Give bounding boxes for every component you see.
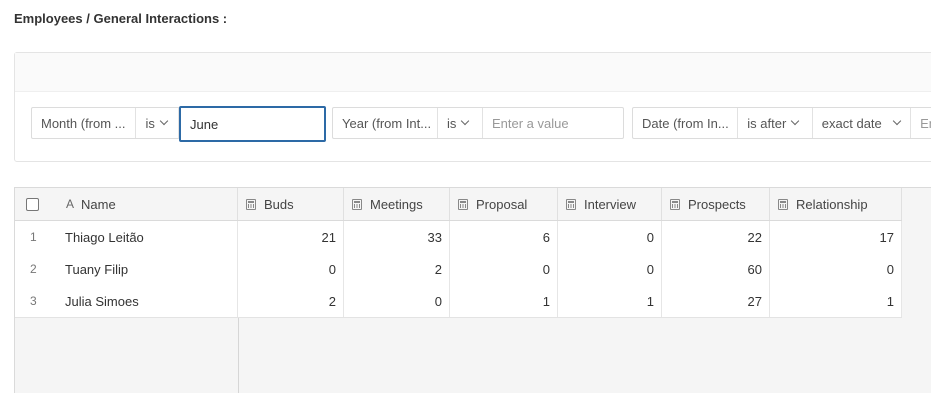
calculator-icon bbox=[246, 198, 256, 210]
chevron-down-icon bbox=[161, 118, 168, 125]
cell-meetings[interactable]: 0 bbox=[344, 285, 450, 317]
filter-date-value-input[interactable]: En bbox=[911, 108, 931, 138]
filter-year-operator[interactable]: is bbox=[438, 108, 483, 138]
header-relationship-label: Relationship bbox=[796, 196, 868, 212]
filter-panel-header bbox=[15, 53, 931, 92]
cell-relationship[interactable]: 1 bbox=[770, 285, 902, 317]
filter-year-placeholder: Enter a value bbox=[492, 115, 569, 131]
cell-interview[interactable]: 0 bbox=[558, 221, 662, 253]
header-meetings[interactable]: Meetings bbox=[344, 188, 450, 220]
filter-date-field-label: Date (from In... bbox=[642, 115, 729, 131]
cell-buds[interactable]: 0 bbox=[238, 253, 344, 285]
table-row[interactable]: 1 Thiago Leitão 21 33 6 0 22 17 bbox=[15, 221, 902, 254]
data-grid: A Name Buds Meetings Proposal Interview … bbox=[14, 187, 931, 393]
filter-year: Year (from Int... is Enter a value bbox=[332, 107, 624, 139]
filter-date-operator[interactable]: is after bbox=[738, 108, 813, 138]
header-name-label: Name bbox=[81, 196, 116, 212]
header-prospects[interactable]: Prospects bbox=[662, 188, 770, 220]
page-title: Employees / General Interactions : bbox=[14, 11, 228, 26]
calculator-icon bbox=[352, 198, 362, 210]
grid-header-row: A Name Buds Meetings Proposal Interview … bbox=[15, 188, 902, 221]
header-meetings-label: Meetings bbox=[370, 196, 423, 212]
chevron-down-icon bbox=[894, 118, 901, 125]
cell-prospects[interactable]: 60 bbox=[662, 253, 770, 285]
chevron-down-icon bbox=[792, 118, 799, 125]
filter-year-operator-label: is bbox=[447, 115, 457, 131]
cell-prospects[interactable]: 22 bbox=[662, 221, 770, 253]
header-interview-label: Interview bbox=[584, 196, 637, 212]
calculator-icon bbox=[670, 198, 680, 210]
filter-month-value-input[interactable] bbox=[179, 106, 326, 142]
filter-date-field[interactable]: Date (from In... bbox=[633, 108, 739, 138]
cell-interview[interactable]: 1 bbox=[558, 285, 662, 317]
filter-month-operator[interactable]: is bbox=[136, 108, 179, 138]
filter-year-field[interactable]: Year (from Int... bbox=[333, 108, 438, 138]
cell-proposal[interactable]: 1 bbox=[450, 285, 558, 317]
header-buds[interactable]: Buds bbox=[238, 188, 344, 220]
table-row[interactable]: 2 Tuany Filip 0 2 0 0 60 0 bbox=[15, 253, 902, 286]
filter-month-field[interactable]: Month (from ... bbox=[32, 108, 137, 138]
cell-proposal[interactable]: 6 bbox=[450, 221, 558, 253]
calculator-icon bbox=[458, 198, 468, 210]
header-interview[interactable]: Interview bbox=[558, 188, 662, 220]
calculator-icon bbox=[778, 198, 788, 210]
cell-name[interactable]: Julia Simoes bbox=[65, 285, 238, 317]
filter-panel: Month (from ... is Year (from Int... is … bbox=[14, 52, 931, 162]
filter-date: Date (from In... is after exact date En bbox=[632, 107, 931, 139]
header-name[interactable]: A Name bbox=[15, 188, 238, 220]
header-proposal[interactable]: Proposal bbox=[450, 188, 558, 220]
row-number: 2 bbox=[30, 262, 37, 276]
cell-name[interactable]: Tuany Filip bbox=[65, 253, 238, 285]
filter-date-mode[interactable]: exact date bbox=[813, 108, 912, 138]
filter-month: Month (from ... is bbox=[31, 106, 326, 142]
cell-meetings[interactable]: 33 bbox=[344, 221, 450, 253]
calculator-icon bbox=[566, 198, 576, 210]
cell-name[interactable]: Thiago Leitão bbox=[65, 221, 238, 253]
filter-year-field-label: Year (from Int... bbox=[342, 115, 432, 131]
filter-date-mode-label: exact date bbox=[821, 115, 882, 131]
cell-interview[interactable]: 0 bbox=[558, 253, 662, 285]
header-buds-label: Buds bbox=[264, 196, 294, 212]
cell-buds[interactable]: 21 bbox=[238, 221, 344, 253]
cell-proposal[interactable]: 0 bbox=[450, 253, 558, 285]
row-number: 1 bbox=[30, 230, 37, 244]
filter-month-operator-label: is bbox=[145, 115, 155, 131]
filter-date-operator-label: is after bbox=[747, 115, 787, 131]
filter-year-value-input[interactable]: Enter a value bbox=[483, 108, 623, 138]
header-proposal-label: Proposal bbox=[476, 196, 528, 212]
filter-month-field-label: Month (from ... bbox=[41, 115, 126, 131]
cell-prospects[interactable]: 27 bbox=[662, 285, 770, 317]
table-row[interactable]: 3 Julia Simoes 2 0 1 1 27 1 bbox=[15, 285, 902, 318]
text-field-icon: A bbox=[66, 197, 75, 211]
cell-buds[interactable]: 2 bbox=[238, 285, 344, 317]
header-prospects-label: Prospects bbox=[688, 196, 746, 212]
filter-date-placeholder: En bbox=[920, 115, 931, 131]
chevron-down-icon bbox=[462, 118, 469, 125]
header-relationship[interactable]: Relationship bbox=[770, 188, 902, 220]
cell-relationship[interactable]: 0 bbox=[770, 253, 902, 285]
select-all-checkbox[interactable] bbox=[26, 197, 39, 211]
cell-meetings[interactable]: 2 bbox=[344, 253, 450, 285]
row-number: 3 bbox=[30, 294, 37, 308]
cell-relationship[interactable]: 17 bbox=[770, 221, 902, 253]
